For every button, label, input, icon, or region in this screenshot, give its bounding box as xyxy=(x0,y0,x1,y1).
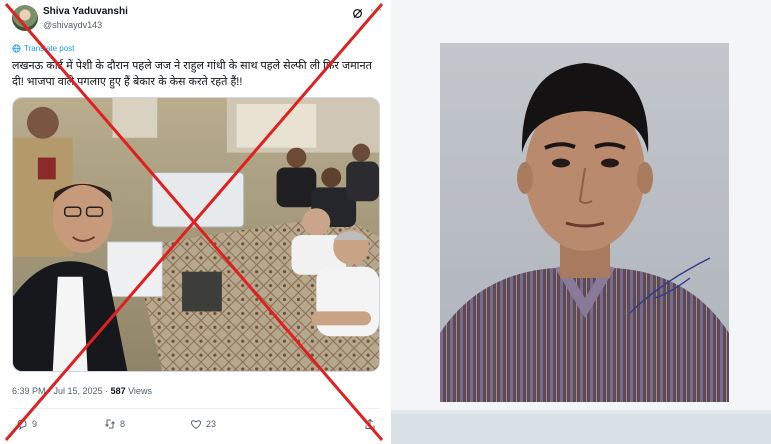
author-name[interactable]: Shiva Yaduvanshi xyxy=(43,6,128,17)
avatar[interactable] xyxy=(12,5,38,31)
like-count: 23 xyxy=(206,419,217,429)
tweet-text: लखनऊ कोर्ट में पेशी के दौरान पहले जज ने … xyxy=(12,60,372,88)
repost-count: 8 xyxy=(120,419,126,429)
tweet-photo[interactable] xyxy=(12,97,380,372)
translate-link[interactable]: Translate post xyxy=(12,44,74,53)
repost-button[interactable]: 8 xyxy=(104,418,125,430)
author-handle[interactable]: @shivaydv143 xyxy=(43,20,102,30)
tweet-time: 6:39 PM · Jul 15, 2025 · xyxy=(12,386,111,396)
repost-icon xyxy=(105,419,115,429)
translate-label: Translate post xyxy=(24,44,75,53)
reply-count: 9 xyxy=(32,419,38,429)
views-label: Views xyxy=(125,386,152,396)
tweet-card: Shiva Yaduvanshi @shivaydv143 ··· Transl… xyxy=(0,0,388,444)
share-button[interactable] xyxy=(364,418,376,430)
tweet-timestamp[interactable]: 6:39 PM · Jul 15, 2025 · 587 Views xyxy=(12,386,152,396)
views-count: 587 xyxy=(110,386,126,396)
like-icon xyxy=(190,420,202,430)
share-icon xyxy=(365,418,375,429)
translate-icon xyxy=(12,44,21,53)
divider xyxy=(12,408,380,409)
like-button[interactable]: 23 xyxy=(190,418,216,430)
grok-icon[interactable] xyxy=(352,8,363,19)
reply-icon xyxy=(17,419,27,430)
portrait-photo xyxy=(440,43,729,402)
more-icon[interactable]: ··· xyxy=(370,4,383,16)
reply-button[interactable]: 9 xyxy=(16,418,37,430)
